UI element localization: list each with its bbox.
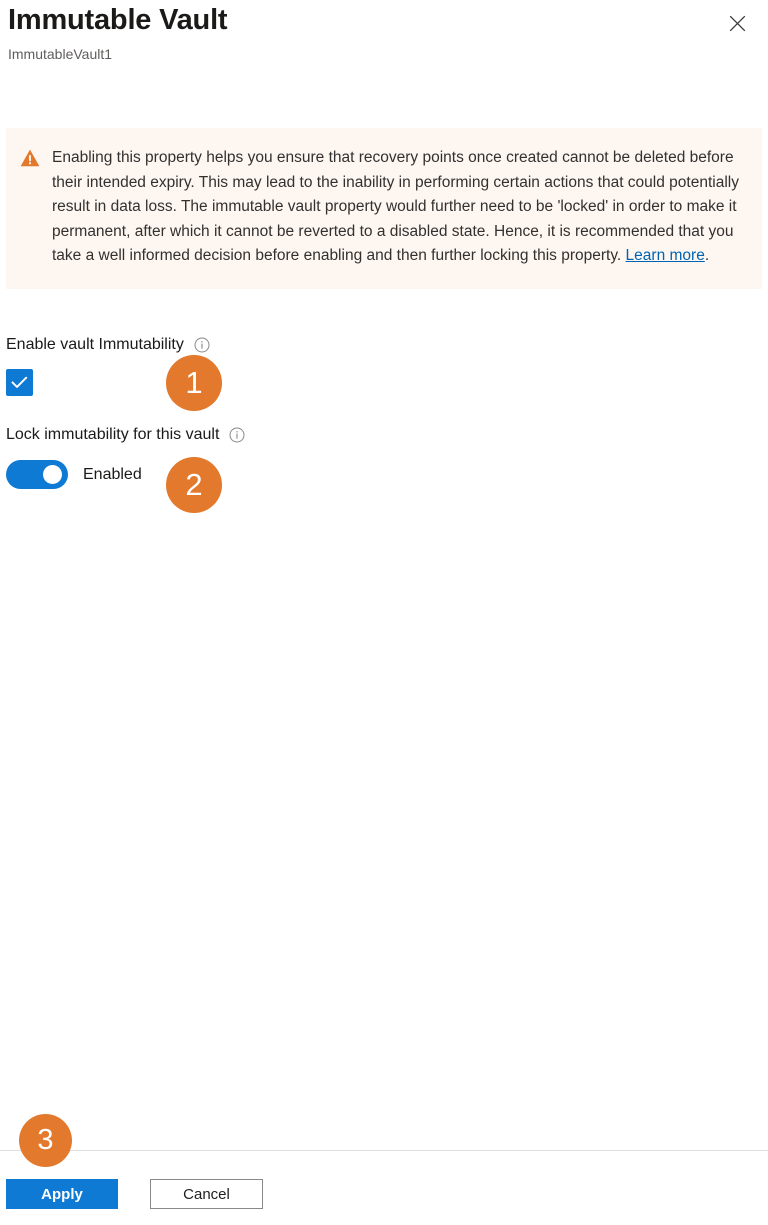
- warning-text: Enabling this property helps you ensure …: [52, 146, 742, 269]
- lock-immutability-toggle-state: Enabled: [83, 465, 142, 483]
- close-button[interactable]: [720, 6, 754, 40]
- panel-header: Immutable Vault ImmutableVault1: [0, 0, 768, 110]
- cancel-button[interactable]: Cancel: [150, 1179, 263, 1209]
- step-badge-3: 3: [19, 1114, 72, 1167]
- footer-divider: [0, 1150, 768, 1151]
- warning-banner: Enabling this property helps you ensure …: [6, 128, 762, 289]
- enable-immutability-checkbox[interactable]: [6, 369, 33, 396]
- info-icon[interactable]: [229, 427, 245, 443]
- enable-immutability-label: Enable vault Immutability: [6, 336, 184, 353]
- lock-immutability-toggle-row: Enabled: [6, 460, 142, 489]
- page-title: Immutable Vault: [8, 4, 228, 36]
- step-badge-1: 1: [166, 355, 222, 411]
- close-icon: [729, 15, 746, 32]
- learn-more-link[interactable]: Learn more: [626, 247, 705, 264]
- page-subtitle: ImmutableVault1: [8, 46, 113, 62]
- warning-triangle-icon: [20, 149, 40, 169]
- step-badge-2: 2: [166, 457, 222, 513]
- checkmark-icon: [11, 376, 28, 389]
- warning-trailing-text: .: [704, 247, 710, 264]
- toggle-knob: [43, 465, 62, 484]
- lock-immutability-toggle[interactable]: [6, 460, 68, 489]
- enable-immutability-label-row: Enable vault Immutability: [6, 336, 210, 354]
- lock-immutability-label: Lock immutability for this vault: [6, 426, 220, 443]
- info-icon[interactable]: [194, 337, 210, 353]
- apply-button[interactable]: Apply: [6, 1179, 118, 1209]
- lock-immutability-label-row: Lock immutability for this vault: [6, 426, 245, 444]
